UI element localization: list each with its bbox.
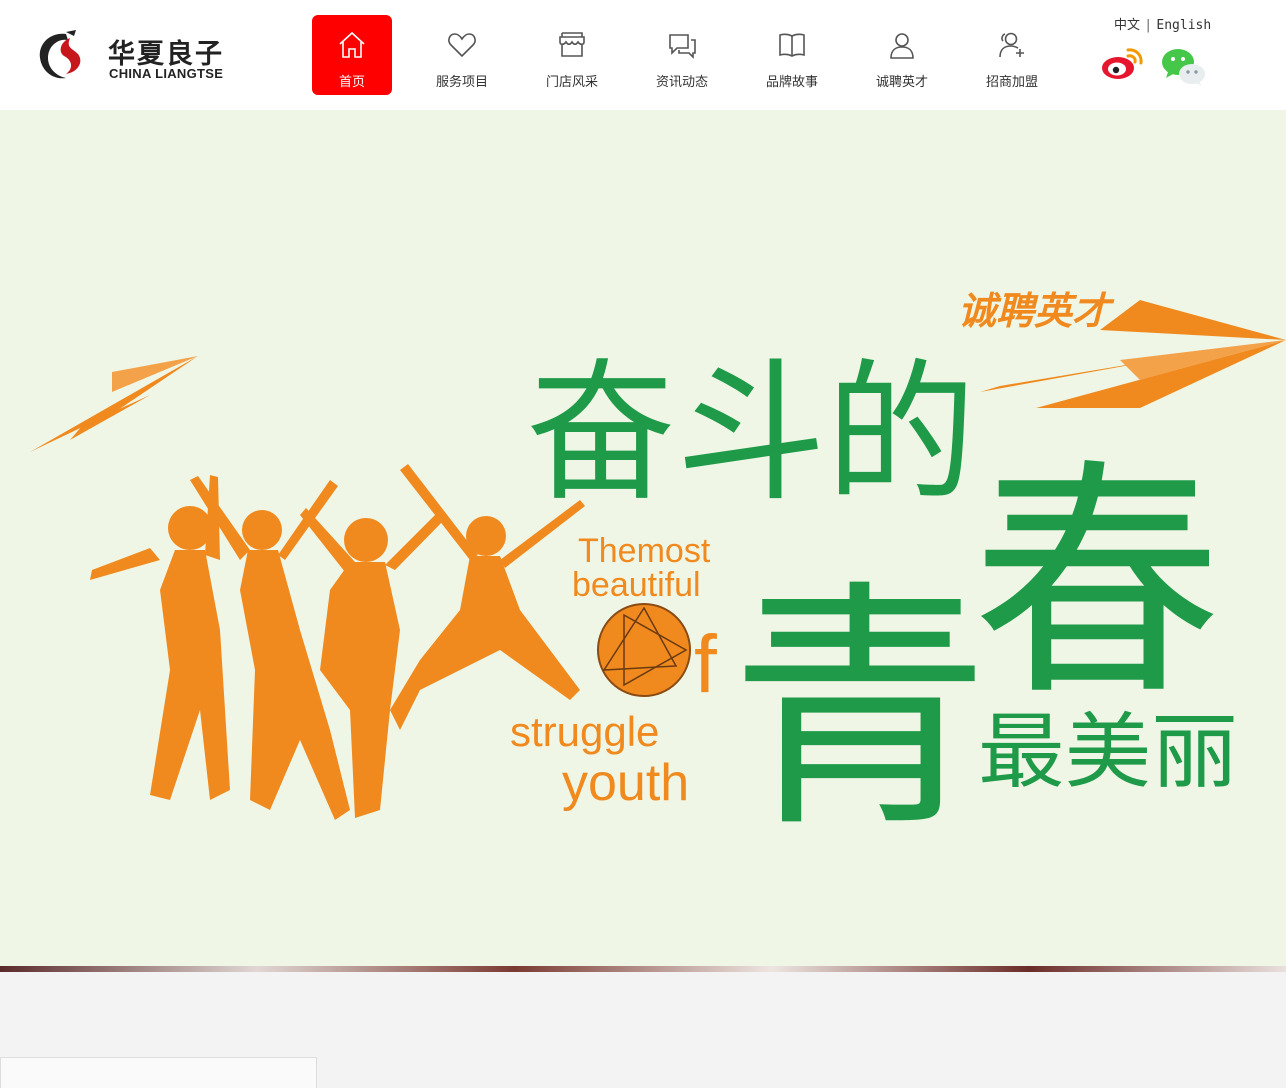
- paper-plane-left-icon: [30, 356, 198, 452]
- language-zh-link[interactable]: 中文: [1114, 18, 1140, 33]
- wechat-link[interactable]: [1160, 44, 1206, 88]
- nav-item-brand-story[interactable]: 品牌故事: [752, 15, 832, 95]
- content-panel: [0, 1057, 317, 1088]
- slogan-en-line3: f: [694, 619, 717, 710]
- headline-big1: 青: [730, 560, 990, 862]
- language-divider: |: [1146, 18, 1151, 33]
- store-icon: [559, 32, 585, 57]
- nav-label: 诚聘英才: [875, 75, 928, 90]
- nav-item-stores[interactable]: 门店风采: [532, 15, 612, 95]
- nav-label: 门店风采: [545, 75, 598, 90]
- slogan-en-line5: youth: [562, 754, 689, 812]
- heart-icon: [448, 33, 476, 58]
- chat-icon: [669, 34, 696, 59]
- jumping-people-silhouette-icon: [90, 464, 585, 820]
- headline-tail: 最美丽: [978, 705, 1238, 800]
- nav-item-services[interactable]: 服务项目: [422, 15, 502, 95]
- language-en-link[interactable]: English: [1156, 18, 1211, 33]
- nav-label: 资讯动态: [655, 75, 708, 90]
- headline-big2: 春: [972, 438, 1222, 729]
- hero-banner[interactable]: Themost beautiful f struggle youth 诚聘英才 …: [0, 110, 1286, 970]
- wechat-icon: [1162, 49, 1205, 86]
- language-switcher: 中文 | English: [1114, 14, 1211, 33]
- dragon-logo-icon: [39, 30, 81, 79]
- nav-item-news[interactable]: 资讯动态: [642, 15, 722, 95]
- weibo-icon: [1102, 48, 1143, 79]
- brand-logo[interactable]: 华夏良子 CHINA LIANGTSE: [36, 28, 236, 84]
- user-add-icon: [999, 32, 1024, 58]
- slogan-en-line2: beautiful: [572, 566, 701, 604]
- slogan-en-line4: struggle: [510, 708, 659, 755]
- brand-name-en: CHINA LIANGTSE: [109, 66, 224, 81]
- youth-banner-graphic: Themost beautiful f struggle youth 诚聘英才 …: [30, 289, 1286, 862]
- nav-item-home[interactable]: 首页: [312, 15, 392, 95]
- nav-item-careers[interactable]: 诚聘英才: [862, 15, 942, 95]
- shutter-emblem-icon: [597, 603, 691, 697]
- headline-line1: 奋斗的: [526, 345, 976, 522]
- nav-label: 招商加盟: [985, 75, 1038, 90]
- nav-label: 品牌故事: [765, 75, 818, 90]
- user-icon: [890, 33, 914, 59]
- nav-item-franchise[interactable]: 招商加盟: [972, 15, 1052, 95]
- next-slide-edge: [0, 966, 1286, 972]
- home-icon: [339, 31, 365, 58]
- site-header: 华夏良子 CHINA LIANGTSE 首页 服务项目 门店风采 资讯动态 品牌…: [0, 0, 1286, 110]
- nav-label: 首页: [338, 75, 365, 90]
- nav-label: 服务项目: [435, 75, 488, 90]
- book-icon: [779, 33, 805, 57]
- banner-tag-cn: 诚聘英才: [958, 289, 1115, 333]
- weibo-link[interactable]: [1100, 44, 1146, 88]
- slogan-en-line1: Themost: [578, 532, 711, 570]
